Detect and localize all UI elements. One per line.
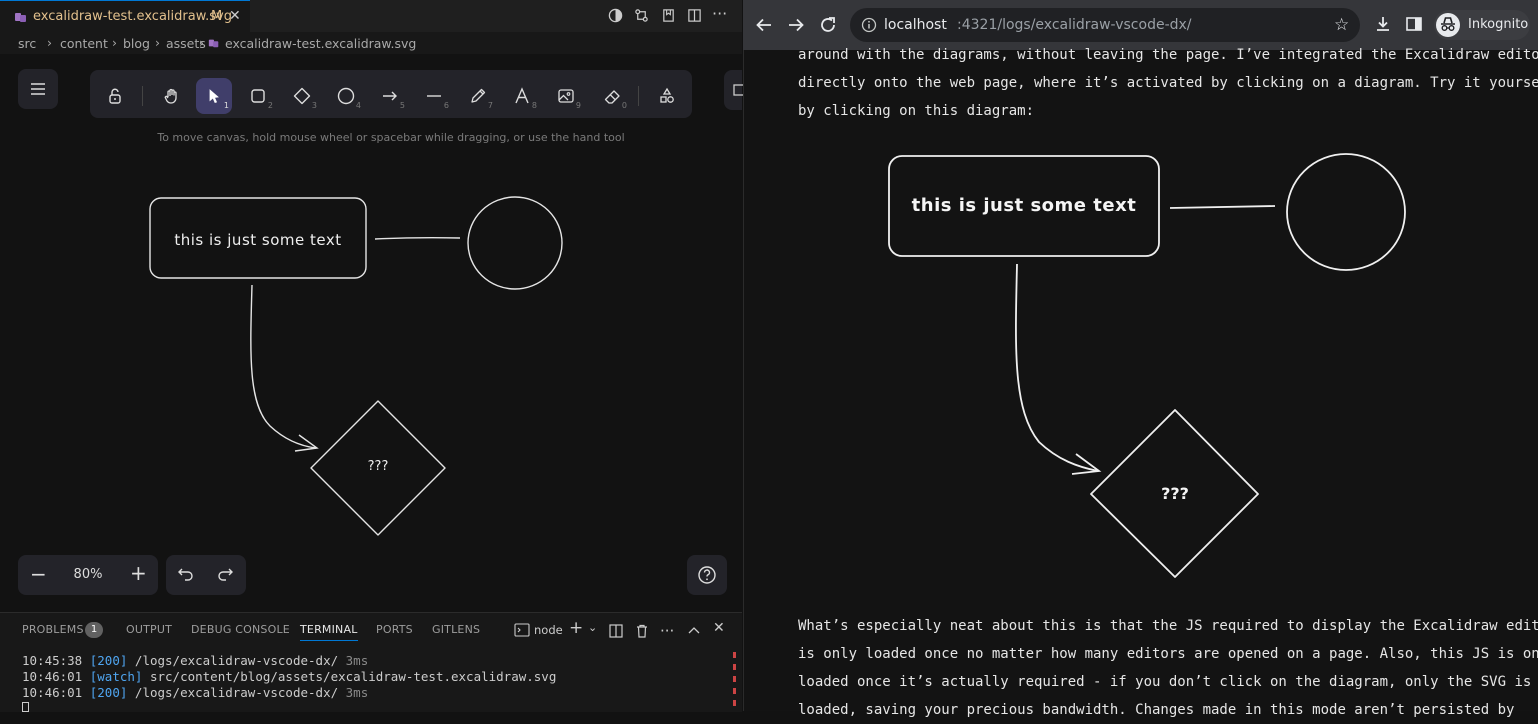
- undo-button[interactable]: [177, 565, 195, 587]
- terminal-line: 10:46:01 [200] /logs/excalidraw-vscode-d…: [22, 685, 369, 700]
- redo-icon: [218, 568, 233, 581]
- close-icon[interactable]: ✕: [229, 8, 241, 24]
- chevron-right-icon: ›: [112, 35, 117, 50]
- profile-label: Inkognito: [1468, 17, 1529, 32]
- theme-toggle-icon[interactable]: [608, 8, 623, 27]
- redo-button[interactable]: [216, 565, 234, 587]
- reload-icon: [821, 17, 835, 32]
- breadcrumb-file[interactable]: excalidraw-test.excalidraw.svg: [225, 36, 416, 51]
- url-path: :4321/logs/excalidraw-vscode-dx/: [957, 17, 1192, 33]
- help-button[interactable]: [687, 555, 727, 595]
- site-info-icon[interactable]: [861, 17, 877, 37]
- download-button[interactable]: [1374, 15, 1392, 37]
- maximize-panel-icon[interactable]: [688, 622, 700, 641]
- diagram-connector-line[interactable]: [1169, 205, 1276, 209]
- diagram-connector-line[interactable]: [374, 236, 461, 240]
- diagram-diamond-text: ???: [1161, 484, 1189, 503]
- vscode-window: excalidraw-test.excalidraw.svg M ✕ ··· s…: [0, 0, 745, 712]
- trash-icon[interactable]: [635, 623, 649, 642]
- diagram-circle[interactable]: [467, 196, 563, 290]
- breadcrumb-src[interactable]: src: [18, 36, 36, 51]
- breadcrumb-blog[interactable]: blog: [123, 36, 150, 51]
- tab-ports[interactable]: PORTS: [376, 623, 413, 636]
- diagram-box-text: this is just some text: [911, 195, 1137, 216]
- zoom-controls: − 80% +: [18, 555, 158, 595]
- side-panel-icon: [1406, 17, 1422, 31]
- help-icon: [698, 566, 716, 584]
- zoom-level[interactable]: 80%: [70, 567, 106, 582]
- chevron-right-icon: ›: [47, 35, 52, 50]
- svg-file-icon: [208, 37, 220, 52]
- arrow-left-icon: [756, 18, 771, 32]
- chevron-right-icon: ›: [199, 35, 204, 50]
- bookmark-star-icon[interactable]: ☆: [1334, 15, 1349, 35]
- more-actions-icon[interactable]: ···: [712, 4, 727, 23]
- split-editor-icon[interactable]: [687, 8, 702, 27]
- forward-button[interactable]: [787, 16, 805, 38]
- terminal-scroll-markers: [733, 652, 736, 712]
- breadcrumb-content[interactable]: content: [60, 36, 108, 51]
- url-host: localhost: [884, 17, 947, 33]
- diagram-box-text: this is just some text: [174, 231, 342, 249]
- tab-output[interactable]: OUTPUT: [126, 623, 172, 636]
- download-icon: [1377, 17, 1389, 31]
- tab-modified-status: M: [211, 9, 223, 24]
- split-terminal-icon[interactable]: [609, 623, 623, 642]
- terminal-icon: [514, 622, 530, 641]
- history-controls: [166, 555, 246, 595]
- zoom-in-button[interactable]: +: [130, 561, 147, 585]
- bottom-panel: PROBLEMS 1 OUTPUT DEBUG CONSOLE TERMINAL…: [0, 612, 742, 712]
- tab-problems[interactable]: PROBLEMS: [22, 623, 84, 636]
- breadcrumb: src › content › blog › assets › excalidr…: [0, 32, 742, 54]
- paragraph-line: is only loaded once no matter how many e…: [798, 646, 1538, 662]
- incognito-profile-button[interactable]: Inkognito: [1434, 10, 1530, 40]
- problems-count-badge: 1: [85, 622, 103, 638]
- zoom-out-button[interactable]: −: [30, 562, 47, 586]
- tab-filename: excalidraw-test.excalidraw.svg: [33, 9, 232, 24]
- terminal-name[interactable]: node: [534, 623, 563, 637]
- chevron-down-icon[interactable]: ⌄: [588, 621, 597, 634]
- browser-diagram[interactable]: [743, 50, 1538, 610]
- close-panel-icon[interactable]: ✕: [713, 620, 725, 636]
- paragraph-line: loaded once it’s actually required - if …: [798, 674, 1532, 690]
- terminal-line: 10:46:01 [watch] src/content/blog/assets…: [22, 669, 557, 684]
- tab-gitlens[interactable]: GITLENS: [432, 623, 480, 636]
- vscode-diagram[interactable]: [0, 54, 742, 612]
- incognito-icon: [1436, 13, 1460, 37]
- arrow-right-icon: [789, 18, 804, 32]
- reload-button[interactable]: [819, 16, 837, 38]
- paragraph-line: What’s especially neat about this is tha…: [798, 618, 1538, 634]
- compare-changes-icon[interactable]: [634, 8, 649, 27]
- editor-tab[interactable]: excalidraw-test.excalidraw.svg M ✕: [0, 0, 250, 32]
- diagram-circle[interactable]: [1286, 153, 1406, 271]
- diagram-arrow[interactable]: [1015, 263, 1099, 472]
- undo-icon: [178, 568, 193, 581]
- terminal-line: 10:45:38 [200] /logs/excalidraw-vscode-d…: [22, 653, 369, 668]
- more-actions-icon[interactable]: ···: [660, 621, 674, 640]
- address-bar[interactable]: localhost :4321/logs/excalidraw-vscode-d…: [850, 8, 1360, 42]
- tab-debug-console[interactable]: DEBUG CONSOLE: [191, 623, 290, 636]
- svg-file-icon: [14, 9, 28, 28]
- open-file-icon[interactable]: [661, 8, 676, 27]
- tab-terminal[interactable]: TERMINAL: [300, 623, 358, 641]
- diagram-arrow[interactable]: [250, 284, 317, 449]
- new-terminal-icon[interactable]: +: [569, 618, 583, 638]
- diagram-diamond-text: ???: [367, 459, 389, 474]
- chevron-right-icon: ›: [155, 35, 160, 50]
- back-button[interactable]: [755, 16, 773, 38]
- editor-tab-bar: excalidraw-test.excalidraw.svg M ✕ ···: [0, 0, 742, 32]
- side-panel-button[interactable]: [1405, 15, 1423, 37]
- paragraph-line: loaded, saving your precious bandwidth. …: [798, 702, 1515, 718]
